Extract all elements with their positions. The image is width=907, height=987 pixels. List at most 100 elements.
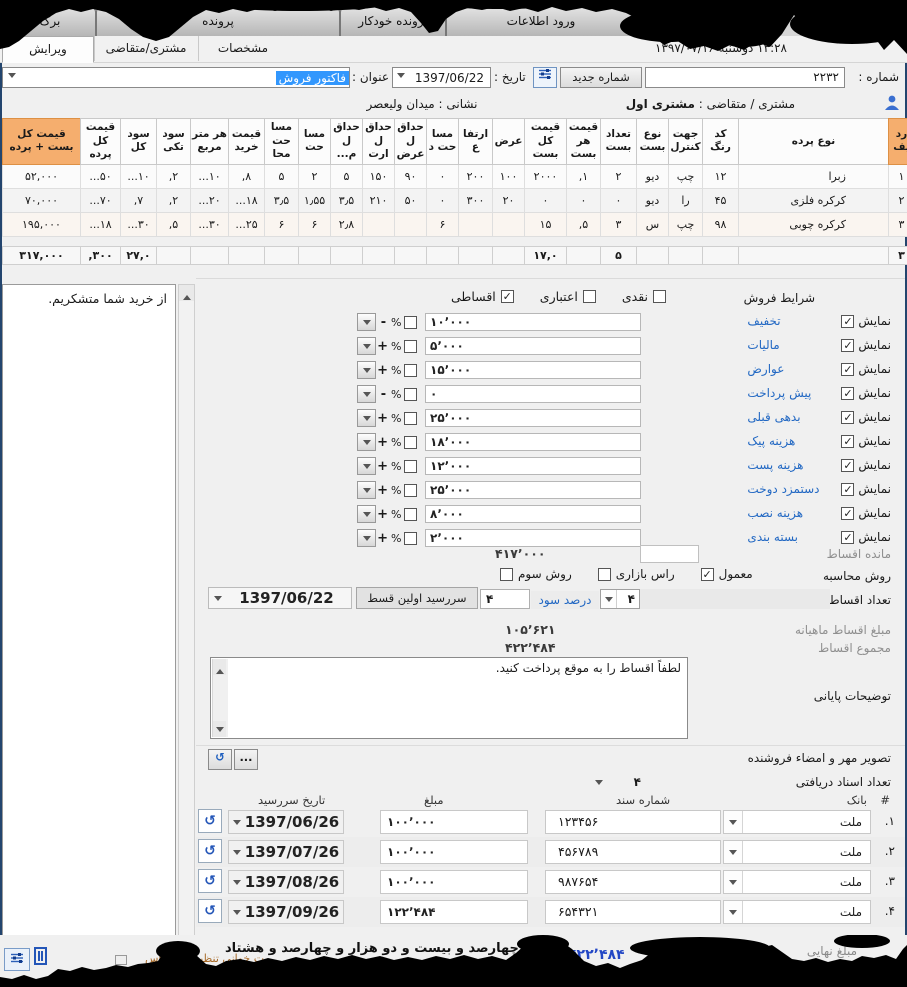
term-checkbox[interactable] <box>653 290 666 303</box>
doc-action-button[interactable]: ↺ <box>198 899 222 923</box>
doc-action-button[interactable]: ↺ <box>198 839 222 863</box>
column-header[interactable]: جهت کنترل <box>669 119 703 165</box>
show-checkbox[interactable] <box>841 315 854 328</box>
method-checkbox[interactable] <box>500 568 513 581</box>
installments-count-combo[interactable]: ۴ <box>600 589 640 609</box>
products-table[interactable]: رد یفنوع پردهکد رنگجهت کنترلنوع بستتعداد… <box>2 118 907 237</box>
method-option[interactable]: راس بازاری <box>598 567 675 581</box>
bank-combo[interactable]: ملت <box>723 840 871 864</box>
chevron-down-icon[interactable] <box>724 871 743 893</box>
item-value-field[interactable]: ۱۲٬۰۰۰ <box>425 457 641 475</box>
column-header[interactable]: رد یف <box>889 119 907 165</box>
column-header[interactable]: ارتفا ع <box>459 119 493 165</box>
dropdown-button[interactable] <box>357 457 376 475</box>
percent-checkbox[interactable] <box>404 388 417 401</box>
show-checkbox[interactable] <box>841 531 854 544</box>
term-checkbox[interactable] <box>583 290 596 303</box>
item-label[interactable]: هزینه پست <box>747 458 825 472</box>
chevron-down-icon[interactable] <box>724 841 743 863</box>
percent-checkbox[interactable] <box>404 532 417 545</box>
tab-file[interactable]: پرونده <box>96 6 340 36</box>
doc-number-field[interactable]: ۱۲۳۴۵۶ <box>545 810 721 834</box>
term-option[interactable]: اقساطی <box>451 289 514 304</box>
scroll-up-arrow[interactable] <box>179 285 194 301</box>
item-label[interactable]: تخفیف <box>747 314 825 328</box>
tab-sheet[interactable]: برگ <box>4 6 96 36</box>
table-row[interactable]: ۳کرکره چوبی۹۸چپس۳۵,۱۵۶۲٫۸۶۶۲۵...۳۰...۵,۳… <box>3 212 907 236</box>
column-header[interactable]: قیمت کل بست <box>525 119 567 165</box>
doc-action-button[interactable]: ↺ <box>198 869 222 893</box>
column-header[interactable]: قیمت کل پرده <box>81 119 121 165</box>
item-value-field[interactable]: ۸٬۰۰۰ <box>425 505 641 523</box>
percent-checkbox[interactable] <box>404 364 417 377</box>
docs-count-combo[interactable]: ۴ <box>595 773 641 791</box>
term-option[interactable]: اعتباری <box>540 289 596 304</box>
table-row[interactable]: ۲کرکره فلزی۴۵رادیو۰۰۰۲۰۳۰۰۰۵۰۲۱۰۳٫۵۱٫۵۵۳… <box>3 188 907 212</box>
show-checkbox[interactable] <box>841 507 854 520</box>
settings-icon-button[interactable] <box>4 948 30 971</box>
due-date-combo[interactable]: 1397/08/26 <box>228 870 344 894</box>
percent-checkbox[interactable] <box>404 316 417 329</box>
column-header[interactable]: عرض <box>493 119 525 165</box>
dropdown-button[interactable] <box>357 361 376 379</box>
item-value-field[interactable]: ۰ <box>425 385 641 403</box>
dropdown-button[interactable] <box>357 385 376 403</box>
show-checkbox[interactable] <box>841 411 854 424</box>
remaining-field[interactable] <box>640 545 699 563</box>
method-checkbox[interactable] <box>598 568 611 581</box>
due-date-combo[interactable]: 1397/07/26 <box>228 840 344 864</box>
tab-data-entry[interactable]: ورود اطلاعات <box>446 6 636 36</box>
item-label[interactable]: هزینه پیک <box>747 434 825 448</box>
column-header[interactable]: حداق ل ارت <box>363 119 395 165</box>
dropdown-button[interactable] <box>357 529 376 547</box>
doc-action-button[interactable]: ↺ <box>198 809 222 833</box>
column-header[interactable]: کد رنگ <box>703 119 739 165</box>
show-checkbox[interactable] <box>841 387 854 400</box>
item-label[interactable]: دستمزد دوخت <box>747 482 825 496</box>
percent-checkbox[interactable] <box>404 436 417 449</box>
show-checkbox[interactable] <box>841 459 854 472</box>
amount-field[interactable]: ۱۰۰٬۰۰۰ <box>380 810 528 834</box>
doc-number-field[interactable]: ۹۸۷۶۵۴ <box>545 870 721 894</box>
card-reader-icon[interactable] <box>34 947 47 965</box>
column-header[interactable]: تعداد بست <box>601 119 637 165</box>
dropdown-button[interactable] <box>357 409 376 427</box>
show-checkbox[interactable] <box>841 483 854 496</box>
item-label[interactable]: بسته بندی <box>747 530 825 544</box>
scroll-up-arrow[interactable] <box>213 659 226 675</box>
date-combo[interactable]: 1397/06/22 <box>392 67 491 88</box>
method-option[interactable]: معمول <box>701 567 753 581</box>
notes-textarea[interactable]: لطفاً اقساط را به موقع پرداخت کنید. <box>210 657 688 739</box>
chevron-down-icon[interactable] <box>724 901 743 923</box>
item-label[interactable]: بدهی قبلی <box>747 410 825 424</box>
item-value-field[interactable]: ۲۵٬۰۰۰ <box>425 409 641 427</box>
first-due-button[interactable]: سررسید اولین قسط <box>356 587 478 609</box>
doc-number-field[interactable]: ۴۵۶۷۸۹ <box>545 840 721 864</box>
dropdown-button[interactable] <box>357 337 376 355</box>
tab-stub[interactable] <box>688 10 732 38</box>
item-value-field[interactable]: ۱۰٬۰۰۰ <box>425 313 641 331</box>
column-header[interactable]: نوع پرده <box>739 119 889 165</box>
due-date-combo[interactable]: 1397/09/26 <box>228 900 344 924</box>
item-value-field[interactable]: ۵٬۰۰۰ <box>425 337 641 355</box>
due-date-combo[interactable]: 1397/06/26 <box>228 810 344 834</box>
item-value-field[interactable]: ۲۵٬۰۰۰ <box>425 481 641 499</box>
interest-value-field[interactable]: ۴ <box>480 589 530 609</box>
column-header[interactable]: سود کل <box>121 119 157 165</box>
percent-checkbox[interactable] <box>404 460 417 473</box>
stamp-refresh-button[interactable]: ↺ <box>208 749 232 770</box>
bank-combo[interactable]: ملت <box>723 870 871 894</box>
column-header[interactable]: هر متر مربع <box>191 119 229 165</box>
column-header[interactable]: سود تکی <box>157 119 191 165</box>
interest-mode-label[interactable]: درصد سود <box>531 591 599 609</box>
first-due-date-combo[interactable]: 1397/06/22 <box>208 587 352 609</box>
method-option[interactable]: روش سوم <box>500 567 572 581</box>
number-input[interactable]: ۲۲۳۲ <box>645 67 845 88</box>
dropdown-button[interactable] <box>357 433 376 451</box>
item-label[interactable]: مالیات <box>747 338 825 352</box>
column-header[interactable]: حداق ل م... <box>331 119 363 165</box>
new-number-button[interactable]: شماره جدید <box>560 67 642 88</box>
item-value-field[interactable]: ۱۸٬۰۰۰ <box>425 433 641 451</box>
tab-stub[interactable] <box>636 10 680 38</box>
column-header[interactable]: قیمت کل بست + پرده <box>3 119 81 165</box>
